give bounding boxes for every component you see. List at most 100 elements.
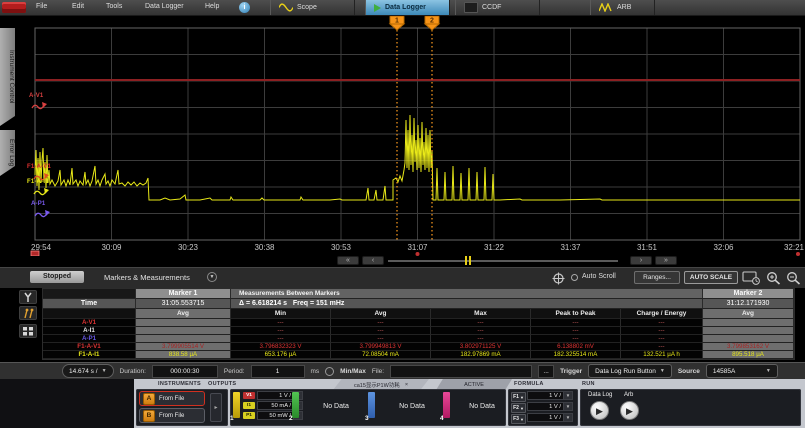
trigger-dropdown[interactable]: Data Log Run Button▼: [588, 364, 672, 378]
tab-arb[interactable]: ARB: [590, 0, 655, 15]
scroll-step-right-button[interactable]: ›: [630, 256, 652, 265]
formula-f2-button[interactable]: F2▼: [511, 403, 526, 413]
marker1-handle[interactable]: 1: [390, 16, 404, 240]
instrument-a-label: From File: [159, 396, 184, 402]
chevron-down-icon[interactable]: ▼: [207, 272, 217, 282]
datalogger-app: File Edit Tools Data Logger Help i Scope…: [0, 0, 805, 428]
chevron-down-icon: ▼: [520, 406, 524, 411]
close-icon[interactable]: ×: [405, 382, 408, 388]
outputs-header: OUTPUTS: [208, 381, 236, 387]
crosshair-icon[interactable]: [552, 272, 565, 285]
trace-label-f1-a-v1: F1-A-V1: [27, 164, 51, 170]
duration-field[interactable]: 000:00:30: [152, 365, 218, 378]
waveform-chart: 1 2 29:54 30:09 30:23 30:38 30:53 31:07 …: [28, 16, 805, 256]
cell-p2p: 182.325514 mA: [531, 351, 621, 359]
i-range-value: 50 mA /: [258, 403, 293, 409]
chevron-down-icon: ▼: [766, 368, 771, 374]
instrument-a-button[interactable]: A From File: [139, 391, 205, 406]
svg-text:30:38: 30:38: [254, 243, 275, 252]
cell-m2: 3.799853162 V: [703, 343, 794, 351]
formula-f3-button[interactable]: F3▼: [511, 414, 526, 424]
f2-label: F2: [513, 405, 519, 411]
channel4-bar: [443, 392, 450, 418]
menu-help[interactable]: Help: [205, 3, 219, 10]
instruments-expander[interactable]: ▸: [210, 393, 222, 422]
cell-m1: [136, 319, 231, 327]
scroll-step-left-button[interactable]: ‹: [362, 256, 384, 265]
tab-data-logger[interactable]: Data Logger: [365, 0, 450, 15]
formula-f3-range-dropdown[interactable]: 1 V /▼: [527, 413, 573, 422]
grid-view-button[interactable]: [19, 324, 37, 338]
menu-edit[interactable]: Edit: [72, 3, 84, 10]
cell-m2: [703, 319, 794, 327]
run-panel: Data Log ▶ Arb ▶: [580, 389, 801, 426]
sidebar-tab-error-log[interactable]: Error Log: [0, 130, 15, 176]
cell-m1: [136, 335, 231, 343]
marker-tools-button[interactable]: [19, 306, 37, 320]
instrument-b-button[interactable]: B From File: [139, 408, 205, 423]
cell-p2p: 6.138802 mV: [531, 343, 621, 351]
instruments-panel: A From File B From File ▸: [136, 389, 228, 426]
ccdf-icon: [464, 2, 478, 13]
trigger-value: Data Log Run Button: [595, 368, 656, 375]
time-column-header: Time: [43, 299, 136, 309]
tab-scope[interactable]: Scope: [270, 0, 355, 15]
source-dropdown[interactable]: 14585A▼: [706, 364, 778, 378]
arb-run-button[interactable]: ▶: [620, 401, 639, 420]
markers-measurements-label: Markers & Measurements: [104, 273, 190, 282]
instrument-b-badge: B: [143, 410, 155, 422]
channel1-i1-badge: I1: [243, 402, 255, 409]
scroll-page-left-button[interactable]: «: [337, 256, 359, 265]
ranges-button[interactable]: Ranges...: [634, 271, 680, 284]
marker1-stat-header: Avg: [136, 309, 231, 319]
row-name: F1-A-I1: [43, 351, 136, 359]
scrollbar-track[interactable]: [388, 260, 618, 262]
tab-arb-label: ARB: [617, 4, 631, 11]
scrollbar-handle[interactable]: [465, 256, 467, 265]
menu-tools[interactable]: Tools: [106, 3, 122, 10]
marker2-handle[interactable]: 2: [425, 16, 439, 240]
marker2-header[interactable]: Marker 2: [703, 289, 794, 299]
min-header: Min: [231, 309, 331, 319]
minmax-checkbox[interactable]: [325, 367, 334, 376]
scroll-page-right-button[interactable]: »: [655, 256, 677, 265]
info-icon[interactable]: i: [239, 2, 250, 13]
data-log-run-button[interactable]: ▶: [590, 401, 609, 420]
period-unit: ms: [311, 368, 320, 375]
wrench-icon: [21, 292, 35, 303]
acquisition-controls: 14.674 s /▼ Duration: 000:00:30 Period: …: [0, 362, 805, 379]
tab-scope-label: Scope: [297, 4, 317, 11]
cell-charge: 132.521 µA h: [621, 351, 703, 359]
measurement-settings-button[interactable]: [19, 290, 37, 304]
rate-dropdown[interactable]: 14.674 s /▼: [62, 364, 114, 378]
file-field[interactable]: [390, 365, 532, 378]
menu-data-logger[interactable]: Data Logger: [145, 3, 184, 10]
formula-f1-button[interactable]: F1▼: [511, 392, 526, 402]
status-badge: Stopped: [30, 271, 84, 283]
scrollbar-handle[interactable]: [469, 256, 471, 265]
stat-header-blank: [43, 309, 136, 319]
display-scale-icon[interactable]: [742, 271, 761, 285]
formula-f1-range-dropdown[interactable]: 1 V /▼: [527, 391, 573, 400]
sidebar-tab-instrument-control[interactable]: Instrument Control: [0, 28, 15, 126]
cell-avg: ---: [331, 319, 431, 327]
cell-max: ---: [431, 335, 531, 343]
marker1-time: 31:05.553715: [136, 299, 231, 309]
period-field[interactable]: 1: [251, 365, 305, 378]
marker1-header[interactable]: Marker 1: [136, 289, 231, 299]
table-corner: [43, 289, 136, 299]
trace-label-f1-a-i1: F1-A-I1: [27, 179, 49, 185]
row-name: A-P1: [43, 335, 136, 343]
svg-text:30:23: 30:23: [178, 243, 199, 252]
auto-scale-button[interactable]: AUTO SCALE: [684, 271, 738, 284]
browse-button[interactable]: ...: [538, 365, 554, 378]
zoom-out-icon[interactable]: [786, 271, 802, 285]
svg-text:31:37: 31:37: [560, 243, 581, 252]
auto-scroll-radio[interactable]: [571, 274, 578, 281]
minmax-label: Min/Max: [340, 368, 366, 375]
f1-a-i1-arrow-icon: [33, 187, 49, 196]
zoom-in-icon[interactable]: [766, 271, 782, 285]
menu-file[interactable]: File: [36, 3, 47, 10]
tab-ccdf[interactable]: CCDF: [455, 0, 540, 15]
formula-f2-range-dropdown[interactable]: 1 V /▼: [527, 402, 573, 411]
